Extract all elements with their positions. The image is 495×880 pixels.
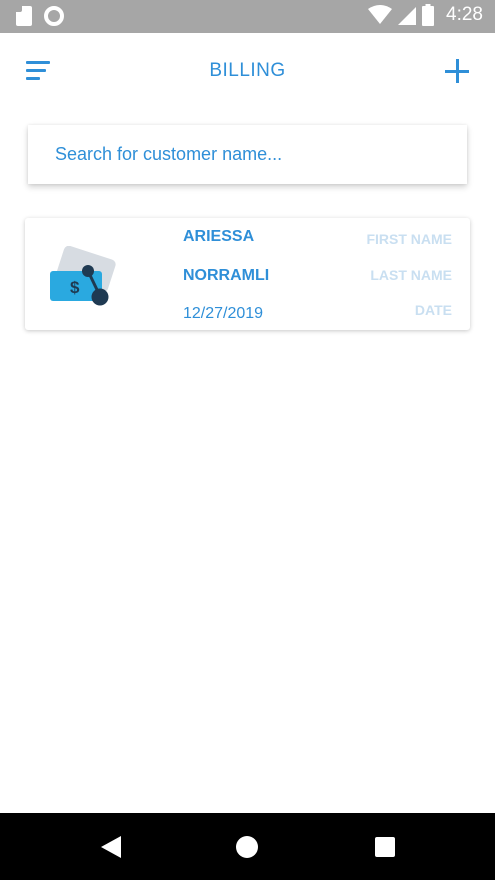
search-input[interactable] [28, 125, 467, 184]
signal-icon [398, 7, 417, 25]
svg-text:$: $ [70, 278, 80, 297]
navigation-bar [0, 813, 495, 880]
circle-icon [44, 6, 64, 26]
money-icon: $ [50, 246, 116, 306]
status-bar: 4:28 [0, 0, 495, 33]
last-name-value: NORRAMLI [183, 267, 270, 284]
billing-card[interactable]: $ ARIESSA FIRST NAME NORRAMLI LAST NAME … [25, 218, 470, 330]
date-label: DATE [414, 302, 452, 318]
recents-icon[interactable] [375, 837, 395, 857]
clock: 4:28 [446, 4, 483, 25]
first-name-label: FIRST NAME [366, 231, 452, 247]
app-bar: BILLING [0, 33, 495, 111]
first-name-value: ARIESSA [183, 228, 255, 245]
date-value: 12/27/2019 [183, 305, 264, 322]
wifi-icon [368, 5, 393, 24]
sd-card-icon [16, 6, 32, 26]
system-icons: 4:28 [368, 4, 483, 26]
add-icon[interactable] [445, 59, 469, 83]
battery-icon [422, 4, 435, 26]
last-name-label: LAST NAME [370, 267, 452, 283]
back-icon[interactable] [99, 835, 123, 859]
home-icon[interactable] [236, 836, 258, 858]
page-title: BILLING [209, 60, 286, 81]
notification-icons [16, 6, 64, 26]
search-box [28, 125, 467, 184]
